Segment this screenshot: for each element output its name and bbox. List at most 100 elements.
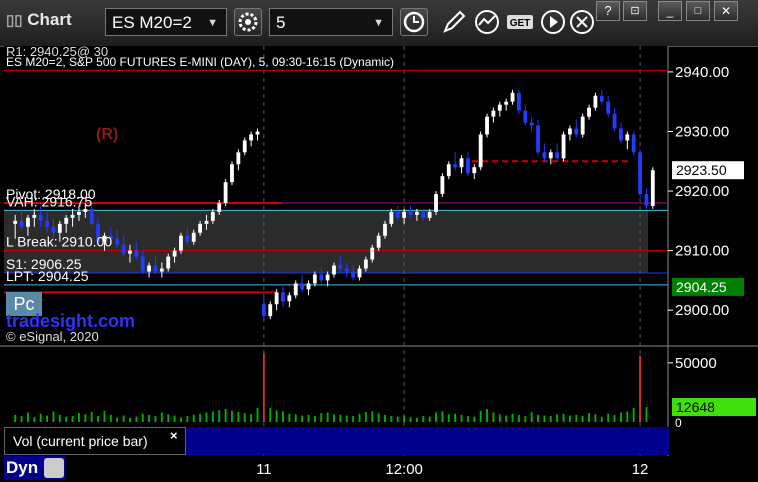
candle-body [217, 202, 222, 212]
candle-body [32, 214, 37, 218]
r-marker: (R) [96, 126, 119, 143]
candle-body [619, 128, 623, 141]
candle-body [389, 211, 394, 224]
close-button[interactable]: ✕ [714, 1, 738, 21]
candle-body [121, 244, 126, 254]
candle-body [179, 235, 183, 251]
candle-body [351, 271, 356, 278]
candle-body [383, 223, 387, 236]
candle-body [172, 250, 177, 257]
candle-body [631, 134, 636, 153]
time-tick-label: 11 [256, 461, 272, 478]
candle-body [134, 250, 139, 257]
candle-body [77, 211, 81, 215]
candle-body [593, 95, 598, 108]
candle-body [51, 226, 56, 233]
candle-body [363, 259, 368, 269]
candle-body [45, 220, 49, 227]
candle-body [580, 116, 585, 135]
lpt-price-tag: 2904.25 [676, 279, 727, 295]
candle-body [274, 292, 279, 305]
symbol-selector[interactable]: ES M20=2 ▼ [105, 8, 227, 36]
study-icon[interactable] [473, 8, 501, 36]
pivot-label: Pivot: 2918.00 [6, 186, 96, 202]
candle-body [561, 134, 566, 159]
candle-body [536, 125, 540, 153]
candle-body [427, 211, 432, 218]
candle-body [504, 101, 509, 105]
candle-body [472, 167, 477, 174]
chevron-down-icon: ▼ [207, 17, 218, 29]
close-study-icon[interactable]: × [170, 428, 178, 443]
candle-body [249, 134, 254, 141]
help-icon: ? [604, 3, 612, 18]
candle-body [230, 164, 234, 183]
candle-body [529, 122, 534, 126]
candle-body [223, 182, 228, 203]
play-icon[interactable] [539, 8, 567, 36]
candle-body [38, 214, 43, 221]
price-tick-label: 2940.00 [675, 64, 729, 81]
volume-zero-label: 0 [675, 416, 682, 430]
candle-body [344, 268, 349, 272]
help-button[interactable]: ? [596, 1, 620, 21]
candle-body [650, 170, 655, 206]
candle-body [140, 256, 145, 272]
candle-body [459, 158, 464, 168]
candle-body [281, 292, 285, 302]
clock-button[interactable] [400, 8, 428, 36]
candle-body [338, 265, 343, 269]
candle-body [395, 211, 400, 218]
minimize-button[interactable]: _ [658, 1, 682, 21]
window-title: ▯▯ Chart [6, 10, 72, 30]
candle-body [485, 116, 489, 135]
candle-body [568, 128, 572, 135]
candle-body [268, 304, 273, 317]
candle-body [491, 110, 496, 117]
volume-study-label[interactable]: Vol (current price bar) [4, 427, 186, 455]
candle-body [13, 220, 18, 224]
settings-gear-button[interactable] [234, 8, 262, 36]
candle-body [210, 211, 215, 221]
price-pane[interactable] [4, 46, 668, 346]
candle-body [644, 194, 649, 206]
candle-body [204, 220, 209, 224]
clock-icon [403, 11, 425, 33]
candle-body [408, 211, 413, 215]
chart-area[interactable]: VAH: 2916.75Pivot: 2918.00L Break: 2910.… [0, 46, 758, 482]
current-volume-tag: 12648 [676, 399, 715, 415]
candle-body [198, 223, 203, 233]
restore-link-button[interactable]: ⊡ [623, 1, 647, 21]
window-title-text: Chart [27, 10, 72, 29]
candle-body [465, 158, 470, 174]
candle-body [325, 274, 330, 281]
candle-body [26, 217, 30, 227]
candle-body [453, 164, 458, 168]
candle-body [166, 256, 171, 269]
maximize-button[interactable]: □ [686, 1, 710, 21]
candle-body [606, 101, 611, 114]
lbreak-label: L Break: 2910.00 [6, 234, 112, 250]
candle-body [446, 164, 451, 177]
interval-selector[interactable]: 5 ▼ [269, 8, 393, 36]
candle-body [402, 211, 407, 218]
candle-body [599, 95, 604, 102]
candle-body [414, 211, 419, 215]
candle-body [242, 140, 247, 153]
candle-body [19, 220, 24, 227]
candle-body [542, 152, 547, 159]
current-price-tag: 2923.50 [676, 162, 727, 178]
mode-settings-icon[interactable] [44, 458, 64, 478]
candle-body [261, 304, 266, 317]
candle-body [625, 134, 630, 141]
pencil-icon[interactable] [440, 8, 468, 36]
price-tick-label: 2920.00 [675, 183, 729, 200]
candle-body [574, 128, 579, 135]
candle-body [236, 152, 241, 165]
candle-body [147, 265, 152, 272]
cursor-icon[interactable] [568, 8, 596, 36]
candle-body [440, 176, 445, 195]
get-icon[interactable]: GET [506, 8, 534, 36]
candle-body [376, 235, 381, 248]
candle-body [306, 283, 311, 290]
